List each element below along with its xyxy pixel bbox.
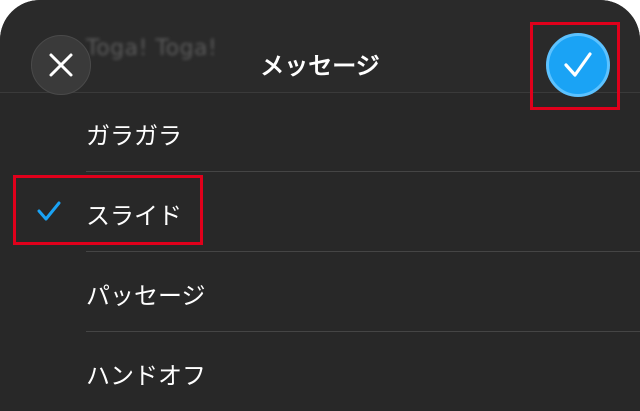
list-item-label: パッセージ [86, 282, 206, 310]
close-button[interactable] [31, 35, 91, 95]
page-title: メッセージ [260, 52, 380, 80]
checkmark-icon [564, 52, 592, 77]
list-item-label: ハンドオフ [86, 362, 206, 390]
list-item-handoff[interactable]: ハンドオフ [0, 332, 640, 411]
confirm-button[interactable] [546, 33, 610, 97]
selected-option-highlight [13, 175, 203, 245]
list-item-label: ガラガラ [86, 122, 182, 150]
close-icon [49, 53, 73, 77]
background-message-text: Toga! Toga! [86, 36, 218, 61]
list-item-passage[interactable]: パッセージ [0, 252, 640, 332]
effect-picker-sheet: Toga! Toga! メッセージ ガラガラ スライド パッセージ ハンドオフ [0, 0, 640, 411]
